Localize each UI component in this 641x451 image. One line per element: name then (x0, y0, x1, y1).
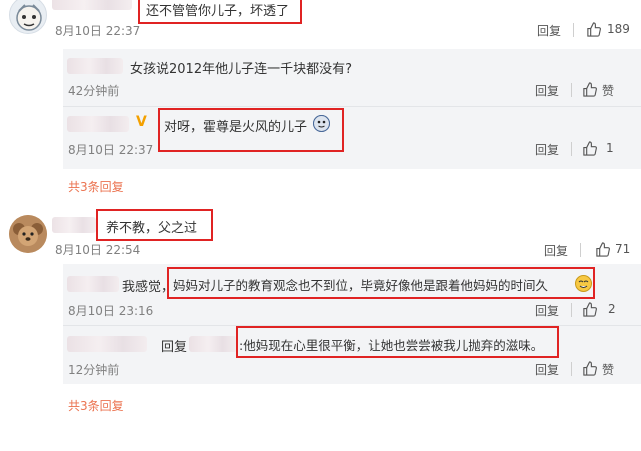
emoji-icon (575, 275, 592, 292)
like-count: 2 (608, 302, 616, 316)
comment-thread-2: 养不教，父之过 8月10日 22:54 回复 71 我感觉， 妈妈对儿子的教育观… (0, 0, 641, 413)
thumbs-up-icon[interactable] (582, 361, 597, 376)
thumbs-up-icon[interactable] (595, 242, 610, 257)
like-count: 71 (615, 242, 631, 256)
thumbs-up-icon[interactable] (582, 302, 597, 317)
divider (571, 362, 572, 376)
view-all-replies-link[interactable]: 共3条回复 (68, 397, 124, 414)
reply-button[interactable]: 回复 (535, 302, 559, 319)
avatar[interactable] (9, 215, 47, 253)
divider (571, 303, 572, 317)
divider (580, 243, 581, 257)
reply-text: 妈妈对儿子的教育观念也不到位，毕竟好像他是跟着他妈妈的时间久 (173, 278, 549, 293)
comment-text: 养不教，父之过 (106, 221, 198, 236)
like-button[interactable]: 赞 (602, 361, 614, 378)
reply-time: 8月10日 23:16 (68, 304, 154, 318)
reply-text: :他妈现在心里很平衡，让她也尝尝被我儿抛弃的滋味。 (239, 338, 544, 353)
reply-prefix: 回复 (161, 340, 188, 355)
username[interactable] (67, 276, 119, 292)
mentioned-username[interactable] (189, 336, 237, 352)
username[interactable] (67, 336, 147, 352)
comment-time: 8月10日 22:54 (55, 243, 141, 257)
page-bottom-space (0, 430, 641, 451)
reply-list: 我感觉， 妈妈对儿子的教育观念也不到位，毕竟好像他是跟着他妈妈的时间久 8月10… (63, 264, 641, 384)
reply-time: 12分钟前 (68, 363, 120, 377)
reply-button[interactable]: 回复 (544, 242, 568, 259)
username[interactable] (52, 217, 96, 233)
reply-button[interactable]: 回复 (535, 361, 559, 378)
